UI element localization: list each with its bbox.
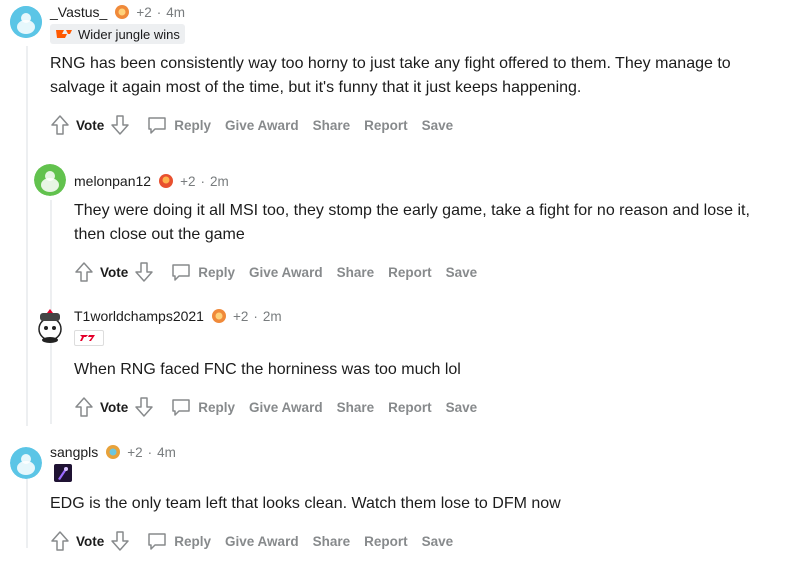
timestamp[interactable]: 2m <box>263 309 282 324</box>
award-count: +2 <box>232 308 249 324</box>
report-button[interactable]: Report <box>388 265 432 280</box>
award-icon[interactable] <box>157 172 175 190</box>
save-button[interactable]: Save <box>446 265 478 280</box>
save-button[interactable]: Save <box>422 534 454 549</box>
avatar[interactable] <box>34 164 66 196</box>
username[interactable]: T1worldchamps2021 <box>74 308 204 324</box>
upvote-icon[interactable] <box>74 396 94 418</box>
vote-label: Vote <box>76 533 105 549</box>
share-button[interactable]: Share <box>337 265 375 280</box>
reply-icon <box>172 399 191 416</box>
comment-actions: Vote Reply Give Award Share Report Save <box>74 395 491 419</box>
award-count: +2 <box>127 444 143 460</box>
separator-dot: · <box>156 4 162 20</box>
award-icon[interactable] <box>104 443 122 461</box>
comment-body: RNG has been consistently way too horny … <box>50 55 731 96</box>
comment-actions: Vote Reply Give Award Share Report Save <box>50 113 467 137</box>
report-button[interactable]: Report <box>364 118 408 133</box>
t1-flair <box>74 330 104 346</box>
award-icon[interactable] <box>210 307 228 325</box>
fnatic-logo-icon <box>56 30 72 38</box>
comment-body: They were doing it all MSI too, they sto… <box>74 202 750 243</box>
user-flair: Wider jungle wins <box>50 24 185 44</box>
username[interactable]: melonpan12 <box>74 173 151 189</box>
downvote-icon[interactable] <box>134 261 154 283</box>
vote-label: Vote <box>100 264 129 280</box>
reply-button[interactable]: Reply <box>146 531 211 551</box>
timestamp[interactable]: 4m <box>166 5 185 20</box>
flair-text: Wider jungle wins <box>78 26 180 42</box>
give-award-button[interactable]: Give Award <box>225 118 299 133</box>
downvote-icon[interactable] <box>110 530 130 552</box>
upvote-icon[interactable] <box>50 530 70 552</box>
user-flair-image <box>54 464 72 482</box>
give-award-button[interactable]: Give Award <box>225 534 299 549</box>
give-award-button[interactable]: Give Award <box>249 265 323 280</box>
username[interactable]: _Vastus_ <box>50 4 107 20</box>
downvote-icon[interactable] <box>134 396 154 418</box>
upvote-icon[interactable] <box>74 261 94 283</box>
reply-button[interactable]: Reply <box>170 262 235 282</box>
vote-label: Vote <box>76 117 105 133</box>
award-count: +2 <box>180 173 196 189</box>
avatar[interactable] <box>34 307 66 343</box>
share-button[interactable]: Share <box>337 400 375 415</box>
reply-label: Reply <box>174 533 212 549</box>
save-button[interactable]: Save <box>446 400 478 415</box>
reply-button[interactable]: Reply <box>146 115 211 135</box>
reply-icon <box>172 264 191 281</box>
report-button[interactable]: Report <box>388 400 432 415</box>
separator-dot: · <box>253 308 258 324</box>
comment-body: EDG is the only team left that looks cle… <box>50 495 561 512</box>
downvote-icon[interactable] <box>110 114 130 136</box>
give-award-button[interactable]: Give Award <box>249 400 323 415</box>
upvote-icon[interactable] <box>50 114 70 136</box>
thread-line[interactable] <box>26 468 28 548</box>
reply-button[interactable]: Reply <box>170 397 235 417</box>
reply-label: Reply <box>174 117 212 133</box>
avatar[interactable] <box>10 447 42 479</box>
reply-icon <box>148 117 167 134</box>
award-icon[interactable] <box>113 3 131 21</box>
username[interactable]: sangpls <box>50 444 98 460</box>
award-count: +2 <box>136 4 152 20</box>
comment-body: When RNG faced FNC the horniness was too… <box>74 361 461 378</box>
report-button[interactable]: Report <box>364 534 408 549</box>
reply-label: Reply <box>198 264 236 280</box>
reply-icon <box>148 533 167 550</box>
share-button[interactable]: Share <box>313 534 351 549</box>
comment-actions: Vote Reply Give Award Share Report Save <box>74 260 491 284</box>
separator-dot: · <box>147 444 153 460</box>
t1-logo-icon <box>80 335 95 341</box>
timestamp[interactable]: 4m <box>157 445 176 460</box>
timestamp[interactable]: 2m <box>210 174 229 189</box>
thread-line[interactable] <box>26 46 28 426</box>
vote-label: Vote <box>100 399 129 415</box>
save-button[interactable]: Save <box>422 118 454 133</box>
share-button[interactable]: Share <box>313 118 351 133</box>
separator-dot: · <box>200 173 205 189</box>
reply-label: Reply <box>198 399 236 415</box>
avatar[interactable] <box>10 6 42 38</box>
comment-actions: Vote Reply Give Award Share Report Save <box>50 529 467 553</box>
